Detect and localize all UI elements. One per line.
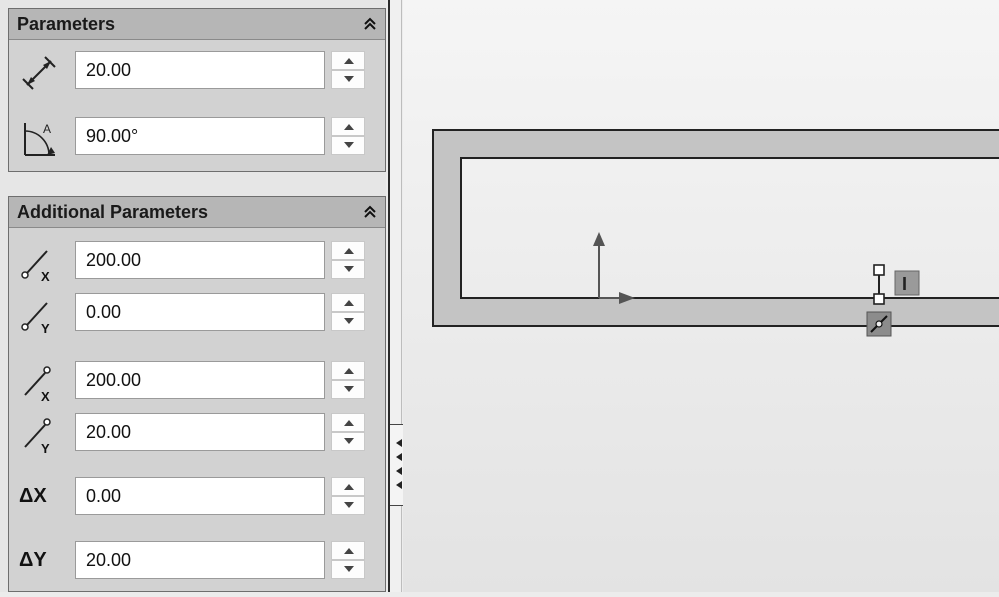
- start-x-row: X 200.00: [9, 241, 385, 283]
- sketch-viewport: I: [432, 129, 999, 337]
- end-x-spin-up[interactable]: [331, 361, 365, 380]
- parameters-group: Parameters 20.00 A 90.00°: [8, 8, 386, 172]
- end-y-input[interactable]: 20.00: [75, 413, 325, 451]
- angle-row: A 90.00°: [9, 117, 385, 159]
- start-x-spin-down[interactable]: [331, 260, 365, 279]
- double-chevron-up-icon[interactable]: [361, 15, 379, 33]
- svg-text:Y: Y: [41, 441, 50, 455]
- delta-x-label: ΔX: [19, 485, 47, 507]
- length-spinner[interactable]: [331, 51, 365, 89]
- additional-parameters-header[interactable]: Additional Parameters: [9, 197, 385, 228]
- coincident-relation-icon: [866, 311, 892, 337]
- endpoint-handle-bottom: [873, 293, 885, 305]
- parameters-header[interactable]: Parameters: [9, 9, 385, 40]
- start-y-row: Y 0.00: [9, 293, 385, 335]
- distance-icon: [22, 56, 56, 90]
- start-y-icon: Y: [21, 302, 50, 335]
- graphics-area[interactable]: I: [403, 0, 999, 592]
- delta-y-spin-up[interactable]: [331, 541, 365, 560]
- angle-spinner[interactable]: [331, 117, 365, 155]
- start-x-spinner[interactable]: [331, 241, 365, 279]
- start-y-spin-up[interactable]: [331, 293, 365, 312]
- delta-y-spin-down[interactable]: [331, 560, 365, 579]
- end-y-spinner[interactable]: [331, 413, 365, 451]
- delta-x-input[interactable]: 0.00: [75, 477, 325, 515]
- end-x-icon: X: [24, 366, 51, 403]
- svg-text:X: X: [41, 389, 50, 403]
- length-spin-down[interactable]: [331, 70, 365, 89]
- endpoint-handle-top: [873, 264, 885, 276]
- angle-input[interactable]: 90.00°: [75, 117, 325, 155]
- delta-y-input[interactable]: 20.00: [75, 541, 325, 579]
- length-spin-up[interactable]: [331, 51, 365, 70]
- end-y-spin-up[interactable]: [331, 413, 365, 432]
- delta-x-spinner[interactable]: [331, 477, 365, 515]
- start-y-spinner[interactable]: [331, 293, 365, 331]
- svg-text:A: A: [43, 122, 51, 136]
- delta-y-row: ΔY 20.00: [9, 541, 385, 583]
- end-x-spinner[interactable]: [331, 361, 365, 399]
- parameters-title: Parameters: [17, 14, 116, 34]
- delta-x-spin-down[interactable]: [331, 496, 365, 515]
- length-row: 20.00: [9, 51, 385, 93]
- origin-icon: [593, 232, 635, 304]
- delta-x-row: ΔX 0.00: [9, 477, 385, 519]
- property-manager-panel: Parameters 20.00 A 90.00° Additional Par…: [0, 0, 386, 592]
- delta-y-label: ΔY: [19, 549, 47, 571]
- part-body: [432, 129, 999, 327]
- angle-spin-down[interactable]: [331, 136, 365, 155]
- additional-parameters-group: Additional Parameters X 200.00 Y 0.00 X …: [8, 196, 386, 592]
- start-x-spin-up[interactable]: [331, 241, 365, 260]
- svg-text:X: X: [41, 269, 50, 283]
- delta-x-spin-up[interactable]: [331, 477, 365, 496]
- length-input[interactable]: 20.00: [75, 51, 325, 89]
- angle-spin-up[interactable]: [331, 117, 365, 136]
- double-chevron-up-icon[interactable]: [361, 203, 379, 221]
- end-y-icon: Y: [24, 418, 51, 455]
- start-y-input[interactable]: 0.00: [75, 293, 325, 331]
- end-y-row: Y 20.00: [9, 413, 385, 455]
- end-x-row: X 200.00: [9, 361, 385, 403]
- start-x-icon: X: [21, 250, 50, 283]
- delta-y-spinner[interactable]: [331, 541, 365, 579]
- end-y-spin-down[interactable]: [331, 432, 365, 451]
- start-y-spin-down[interactable]: [331, 312, 365, 331]
- additional-parameters-title: Additional Parameters: [17, 202, 209, 222]
- vertical-relation-label: I: [902, 274, 907, 294]
- angle-icon: A: [24, 122, 55, 156]
- vertical-relation-icon: I: [894, 270, 920, 296]
- end-x-input[interactable]: 200.00: [75, 361, 325, 399]
- start-x-input[interactable]: 200.00: [75, 241, 325, 279]
- svg-text:Y: Y: [41, 321, 50, 335]
- end-x-spin-down[interactable]: [331, 380, 365, 399]
